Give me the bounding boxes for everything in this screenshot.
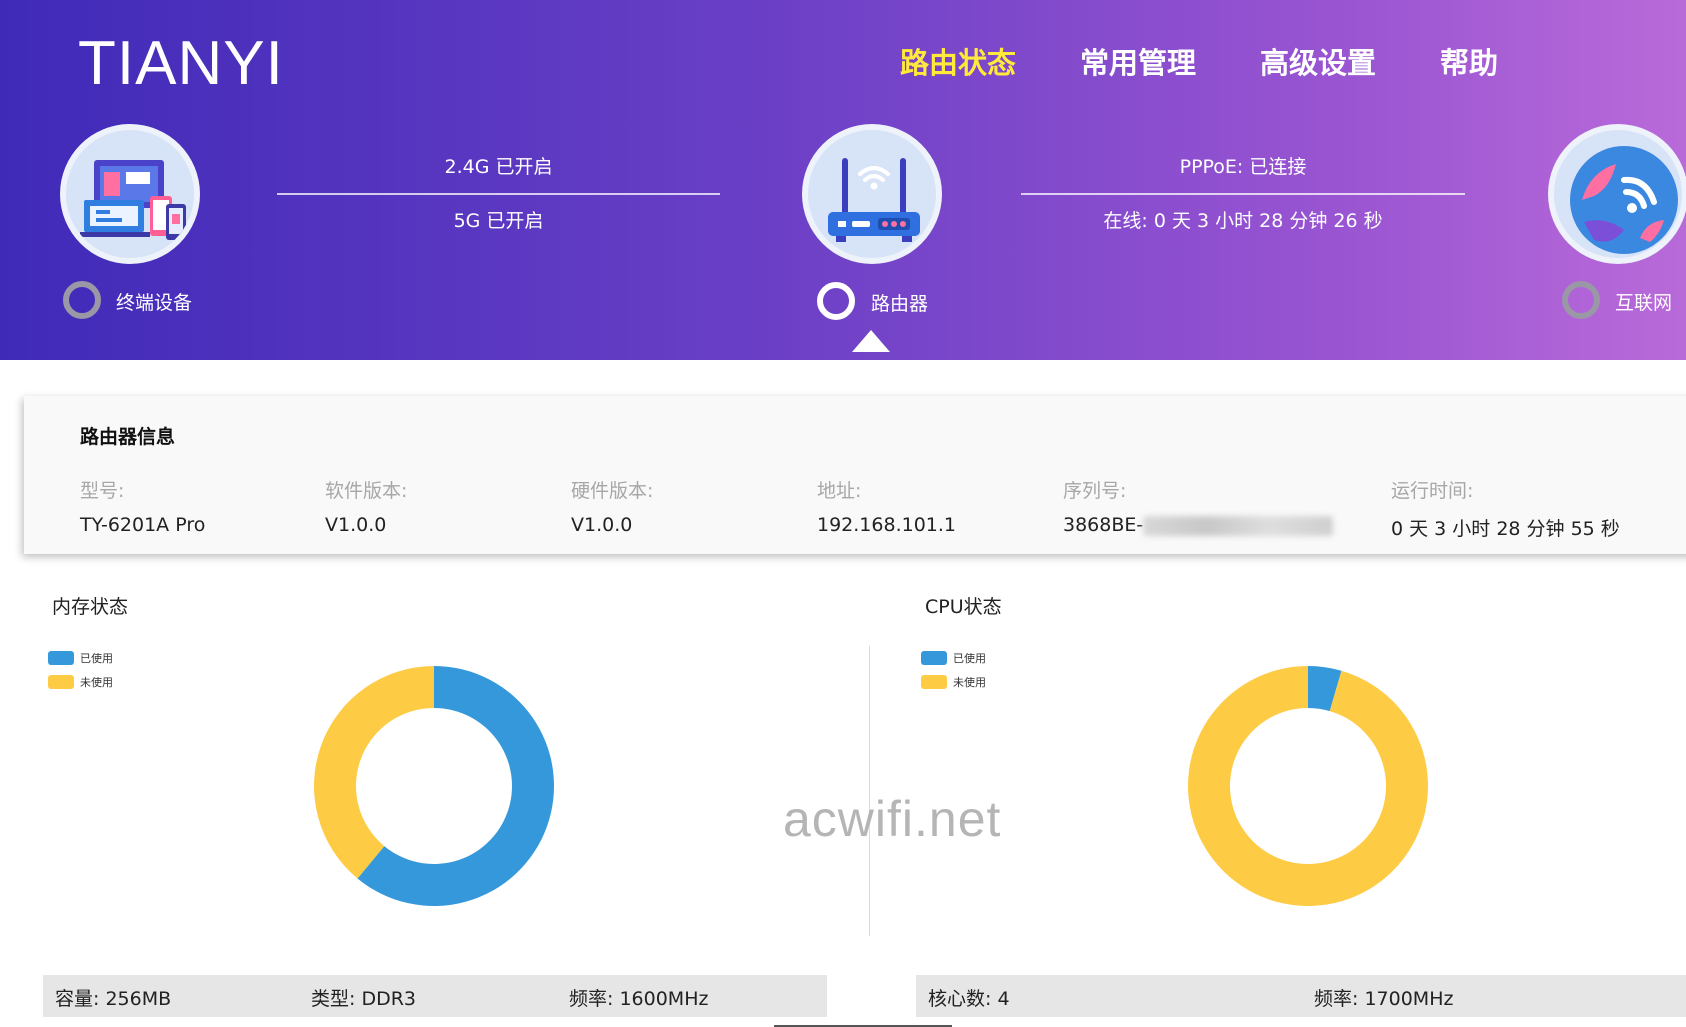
router-info-card: 路由器信息 型号: TY-6201A Pro 软件版本: V1.0.0 硬件版本… — [24, 396, 1686, 554]
globe-icon[interactable] — [1548, 124, 1686, 264]
internet-status-ring — [1562, 281, 1600, 319]
info-serial: 序列号: 3868BE- — [1063, 476, 1334, 536]
wifi-24g-status: 2.4G 已开启 — [444, 156, 553, 178]
top-header: TIANYI 路由状态 常用管理 高级设置 帮助 终端设备 2.4G 已开启 5… — [0, 0, 1686, 360]
nav-advanced-settings[interactable]: 高级设置 — [1260, 40, 1376, 80]
swatch-used — [48, 651, 74, 665]
terminal-label: 终端设备 — [116, 292, 193, 314]
memory-type: 类型: DDR3 — [311, 988, 416, 1010]
software-version-label: 软件版本: — [325, 480, 408, 502]
hardware-version-value: V1.0.0 — [571, 514, 633, 536]
internet-label: 互联网 — [1615, 292, 1673, 314]
swatch-used — [921, 651, 947, 665]
legend-unused-label: 未使用 — [80, 676, 113, 689]
info-software-version: 软件版本: V1.0.0 — [325, 476, 407, 536]
info-model: 型号: TY-6201A Pro — [80, 476, 205, 536]
link-line-right — [1021, 193, 1465, 195]
router-status-ring — [817, 282, 855, 320]
serial-value: 3868BE- — [1063, 514, 1334, 536]
swatch-unused — [921, 675, 947, 689]
nav-help[interactable]: 帮助 — [1440, 40, 1498, 80]
info-uptime: 运行时间: 0 天 3 小时 28 分钟 55 秒 — [1391, 476, 1620, 541]
memory-donut-chart — [313, 666, 554, 906]
software-version-value: V1.0.0 — [325, 514, 387, 536]
legend-unused[interactable]: 未使用 — [921, 670, 986, 694]
legend-unused-label: 未使用 — [953, 676, 986, 689]
uptime-label: 运行时间: — [1391, 480, 1474, 502]
router-label: 路由器 — [871, 293, 929, 315]
brand-logo: TIANYI — [78, 29, 284, 98]
pppoe-status: PPPoE: 已连接 — [1179, 156, 1307, 178]
serial-redacted — [1143, 515, 1334, 536]
serial-prefix: 3868BE- — [1063, 514, 1144, 536]
nav-router-status[interactable]: 路由状态 — [900, 40, 1016, 80]
cpu-cores: 核心数: 4 — [928, 988, 1010, 1010]
memory-slice-unused[interactable] — [313, 666, 434, 879]
info-hardware-version: 硬件版本: V1.0.0 — [571, 476, 653, 536]
cpu-frequency: 频率: 1700MHz — [1314, 988, 1454, 1010]
hardware-version-label: 硬件版本: — [571, 480, 654, 502]
memory-frequency: 频率: 1600MHz — [569, 988, 709, 1010]
uptime-value: 0 天 3 小时 28 分钟 55 秒 — [1391, 518, 1620, 540]
link-line-left — [277, 193, 720, 195]
terminal-status-ring — [63, 281, 101, 319]
cpu-title: CPU状态 — [925, 596, 1002, 618]
cpu-legend: 已使用 未使用 — [921, 646, 986, 694]
legend-used-label: 已使用 — [80, 652, 113, 665]
legend-used[interactable]: 已使用 — [48, 646, 113, 670]
address-label: 地址: — [817, 480, 862, 502]
cpu-slice-unused[interactable] — [1188, 666, 1428, 906]
wifi-5g-status: 5G 已开启 — [453, 210, 544, 232]
memory-legend: 已使用 未使用 — [48, 646, 113, 694]
content-top-edge — [0, 360, 1686, 390]
active-node-pointer — [852, 330, 890, 352]
model-value: TY-6201A Pro — [80, 514, 206, 536]
router-info-title: 路由器信息 — [80, 426, 176, 448]
memory-stats-bar: 容量: 256MB 类型: DDR3 频率: 1600MHz — [43, 975, 827, 1017]
devices-icon[interactable] — [60, 124, 200, 264]
address-value: 192.168.101.1 — [817, 514, 957, 536]
legend-used[interactable]: 已使用 — [921, 646, 986, 670]
nav-common-management[interactable]: 常用管理 — [1080, 40, 1196, 80]
watermark-text: acwifi.net — [783, 791, 1002, 847]
cpu-stats-bar: 核心数: 4 频率: 1700MHz — [916, 975, 1686, 1017]
legend-used-label: 已使用 — [953, 652, 986, 665]
serial-label: 序列号: — [1063, 480, 1127, 502]
memory-capacity: 容量: 256MB — [55, 988, 172, 1010]
online-duration: 在线: 0 天 3 小时 28 分钟 26 秒 — [1103, 210, 1383, 232]
router-icon[interactable] — [802, 124, 942, 264]
model-label: 型号: — [80, 480, 125, 502]
cpu-donut-chart — [1188, 666, 1428, 906]
info-address: 地址: 192.168.101.1 — [817, 476, 956, 536]
legend-unused[interactable]: 未使用 — [48, 670, 113, 694]
memory-title: 内存状态 — [52, 596, 129, 618]
swatch-unused — [48, 675, 74, 689]
